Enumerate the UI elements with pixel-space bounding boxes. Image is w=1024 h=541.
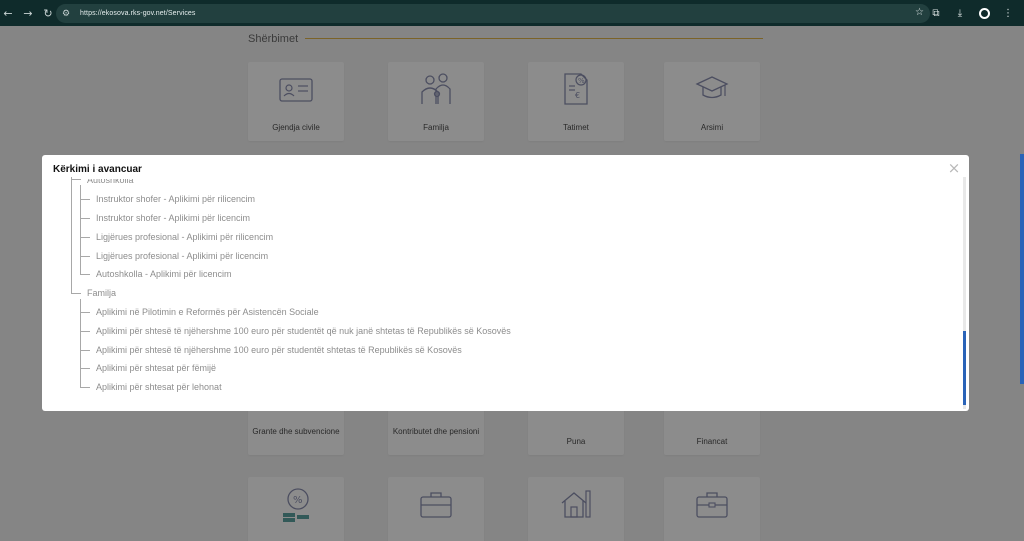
tree-item[interactable]: Ligjërues profesional - Aplikimi për lic…	[96, 251, 268, 261]
tree-connector	[71, 179, 81, 180]
tree-item[interactable]: Aplikimi për shtesë të njëhershme 100 eu…	[96, 326, 511, 336]
profile-icon[interactable]	[976, 5, 992, 21]
browser-actions: ⧉ ⤓ ⋮	[928, 0, 1024, 26]
browser-toolbar: ← → ↻ ⚙ https://ekosova.rks-gov.net/Serv…	[0, 0, 1024, 26]
tune-icon[interactable]: ⚙	[62, 9, 72, 19]
page-scroll-indicator	[1020, 154, 1024, 384]
reload-icon[interactable]: ↻	[40, 5, 56, 21]
tree-connector	[71, 293, 81, 294]
tree-connector	[80, 312, 90, 313]
puzzle-icon[interactable]: ⧉	[928, 5, 944, 21]
tree-item[interactable]: Instruktor shofer - Aplikimi për rilicen…	[96, 194, 255, 204]
tree-item[interactable]: Autoshkolla - Aplikimi për licencim	[96, 269, 232, 279]
kebab-menu-icon[interactable]: ⋮	[1000, 5, 1016, 21]
tree-item[interactable]: Instruktor shofer - Aplikimi për licenci…	[96, 213, 250, 223]
tree-connector	[80, 350, 90, 351]
tree-connector	[80, 387, 90, 388]
forward-arrow-icon[interactable]: →	[20, 5, 36, 21]
tree-connector	[80, 237, 90, 238]
tree-connector	[80, 274, 90, 275]
tree-connector	[80, 368, 90, 369]
url-text[interactable]: https://ekosova.rks-gov.net/Services	[80, 10, 196, 17]
modal-title: Kërkimi i avancuar	[53, 164, 142, 175]
tree-connector	[80, 256, 90, 257]
address-bar[interactable]: ⚙ https://ekosova.rks-gov.net/Services ☆	[56, 4, 930, 23]
tree-node-autoshkolla[interactable]: Autoshkolla	[87, 179, 134, 185]
service-tree: Autoshkolla Instruktor shofer - Aplikimi…	[42, 177, 964, 411]
tree-connector	[80, 199, 90, 200]
close-icon[interactable]: ×	[947, 161, 961, 176]
tree-item[interactable]: Aplikimi për shtesat për lehonat	[96, 382, 222, 392]
tree-item[interactable]: Aplikimi në Pilotimin e Reformës për Asi…	[96, 307, 319, 317]
advanced-search-modal: Kërkimi i avancuar × Autoshkolla Instruk…	[42, 155, 969, 411]
tree-item[interactable]: Aplikimi për shtesat për fëmijë	[96, 363, 216, 373]
back-arrow-icon[interactable]: ←	[0, 5, 16, 21]
tree-item[interactable]: Ligjërues profesional - Aplikimi për ril…	[96, 232, 273, 242]
star-icon[interactable]: ☆	[915, 7, 924, 18]
tree-connector	[80, 331, 90, 332]
tree-item[interactable]: Aplikimi për shtesë të njëhershme 100 eu…	[96, 345, 462, 355]
tree-connector	[80, 218, 90, 219]
download-icon[interactable]: ⤓	[952, 5, 968, 21]
modal-scrollbar-thumb[interactable]	[963, 331, 966, 405]
tree-connector	[71, 177, 72, 293]
tree-node-familja[interactable]: Familja	[87, 288, 116, 298]
